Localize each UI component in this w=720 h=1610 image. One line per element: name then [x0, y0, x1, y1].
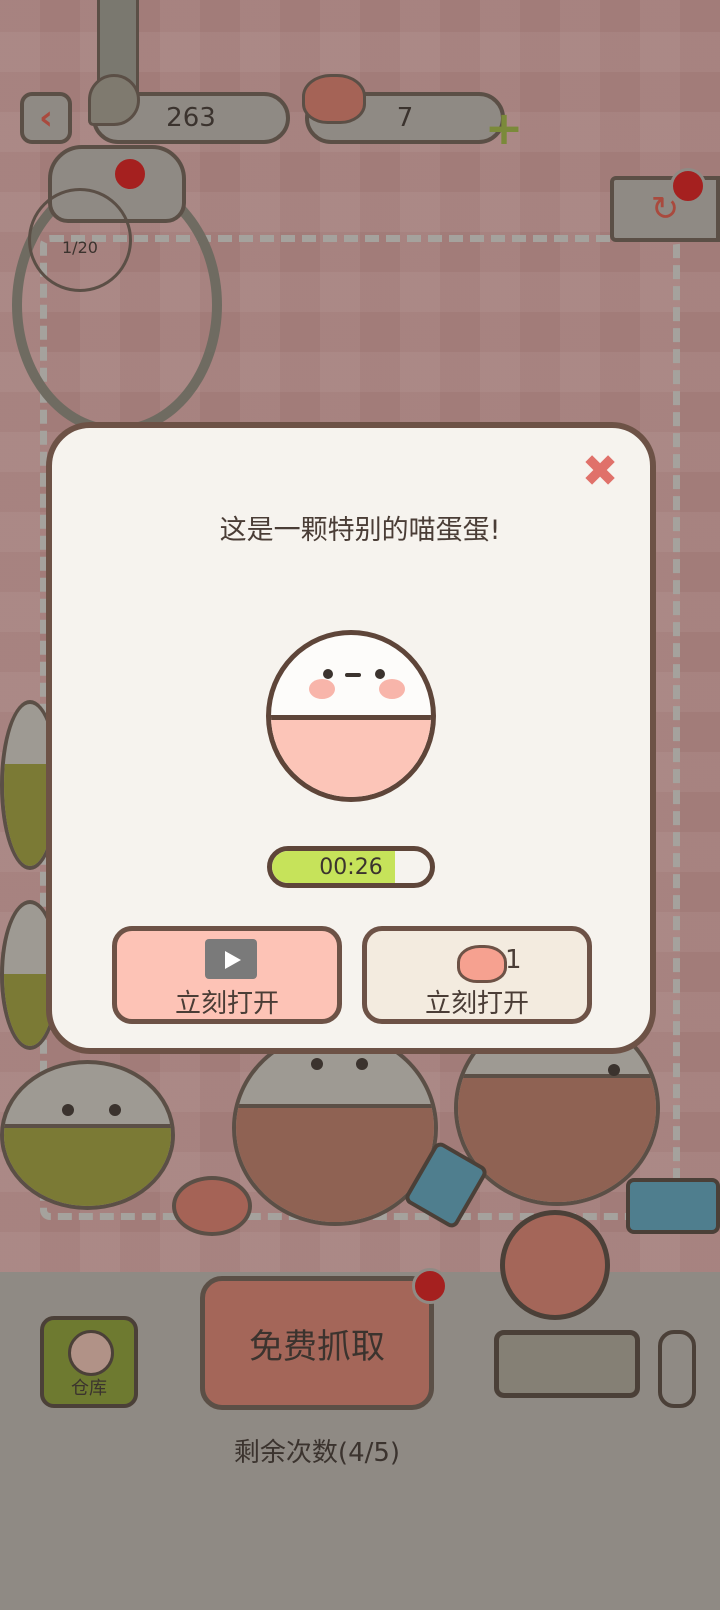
book-icon[interactable] [626, 1178, 720, 1234]
grab-label: 免费抓取 [249, 1326, 385, 1367]
egg-mouth [345, 673, 361, 677]
egg-eye [323, 669, 333, 679]
fish-count: 263 [166, 103, 216, 133]
background-egg [172, 1176, 252, 1236]
warehouse-label: 仓库 [71, 1378, 107, 1399]
special-egg [266, 630, 436, 802]
close-icon[interactable]: ✖ [578, 450, 622, 494]
fish-icon [88, 74, 140, 126]
egg-cheek [309, 679, 335, 699]
egg-bottom-half [271, 715, 431, 797]
heart-icon [302, 74, 366, 124]
notification-dot [112, 156, 148, 192]
notification-dot [670, 168, 706, 204]
remaining-attempts: 剩余次数(4/5) [233, 1438, 401, 1468]
egg-cheek [379, 679, 405, 699]
heart-icon [457, 945, 507, 983]
egg-icon [68, 1330, 114, 1376]
background-egg [0, 1060, 175, 1210]
free-grab-button[interactable]: 免费抓取 [200, 1276, 434, 1410]
heart-button-label: 立刻打开 [424, 989, 529, 1019]
joystick-base [494, 1330, 640, 1398]
egg-eye [375, 669, 385, 679]
dialog-title: 这是一颗特别的喵蛋蛋! [219, 515, 501, 546]
heart-open-button[interactable]: 1 立刻打开 [362, 926, 592, 1024]
heart-count: 7 [396, 103, 414, 133]
joystick[interactable] [500, 1210, 610, 1320]
video-icon [205, 939, 257, 979]
notification-dot [412, 1268, 448, 1304]
heart-cost: 1 [505, 945, 522, 975]
warehouse-button[interactable]: 仓库 [40, 1316, 138, 1408]
ad-button-label: 立刻打开 [174, 989, 279, 1019]
back-button[interactable]: ‹ [20, 92, 72, 144]
timer-text: 00:26 [319, 854, 383, 880]
back-arrow-icon: ‹ [38, 98, 53, 138]
side-button[interactable] [658, 1330, 696, 1408]
add-hearts-button[interactable]: + [484, 105, 524, 151]
collection-progress: 1/20 [62, 238, 98, 257]
watch-ad-open-button[interactable]: 立刻打开 [112, 926, 342, 1024]
open-timer: 00:26 [267, 846, 435, 888]
